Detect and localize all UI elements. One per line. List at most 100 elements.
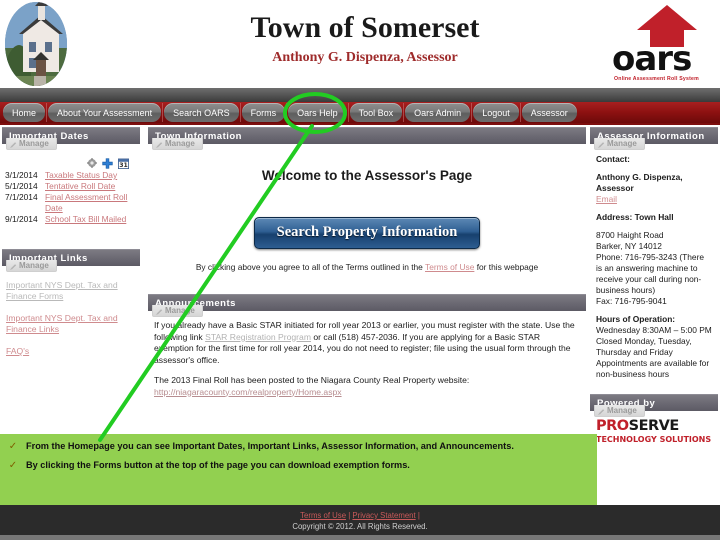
proserve-wordmark: PROSERVE (596, 419, 714, 434)
site-footer: Terms of Use | Privacy Statement | Copyr… (0, 505, 720, 535)
oars-tagline: Online Assessment Roll System (614, 76, 699, 82)
announcements-body: If you already have a Basic STAR initiat… (148, 311, 586, 413)
hours-line-2: Closed Monday, Tuesday, Thursday and Fri… (596, 336, 692, 357)
niagara-county-realproperty-link[interactable]: http://niagaracounty.com/realproperty/Ho… (154, 387, 342, 397)
main-column: Town Information Manage Welcome to the A… (148, 127, 586, 419)
nav-item-tool-box[interactable]: Tool Box (349, 103, 403, 122)
important-dates-toolbar: 31 (5, 158, 137, 169)
annotation-callout-box: ✓ From the Homepage you can see Importan… (0, 434, 597, 505)
assessor-name: Anthony G. Dispenza, Assessor (596, 172, 683, 193)
nav-separator (46, 103, 48, 122)
header-divider-strip (0, 88, 720, 102)
left-sidebar: Important Dates Manage 31 3/1/2014 Taxab… (2, 127, 140, 380)
nav-item-search-oars[interactable]: Search OARS (164, 103, 239, 122)
nav-separator (471, 103, 473, 122)
nav-item-assessor[interactable]: Assessor (521, 103, 577, 122)
site-banner: Town of Somerset Anthony G. Dispenza, As… (0, 0, 720, 88)
star-registration-program-link[interactable]: STAR Registration Program (205, 332, 311, 342)
svg-text:31: 31 (119, 162, 128, 169)
oars-logo: oars Online Assessment Roll System (612, 0, 720, 88)
terms-suffix: for this webpage (474, 262, 539, 272)
link-nys-tax-finance-forms[interactable]: Important NYS Dept. Tax and Finance Form… (6, 280, 137, 302)
checkmark-icon: ✓ (8, 460, 18, 471)
nav-separator (347, 103, 349, 122)
assessor-email-link[interactable]: Email (596, 194, 617, 204)
calendar-icon[interactable]: 31 (118, 158, 129, 169)
announcement-paragraph-star: If you already have a Basic STAR initiat… (154, 320, 580, 366)
footer-privacy-statement-link[interactable]: Privacy Statement (352, 511, 415, 520)
manage-tab-town-information[interactable]: Manage (152, 138, 203, 150)
plus-icon[interactable] (102, 158, 113, 169)
link-faqs[interactable]: FAQ's (6, 346, 137, 357)
search-property-information-button[interactable]: Search Property Information (253, 217, 481, 249)
footer-copyright: Copyright © 2012. All Rights Reserved. (292, 522, 428, 531)
annotation-row: ✓ By clicking the Forms button at the to… (0, 459, 597, 472)
important-date-row: 5/1/2014 Tentative Roll Date (5, 181, 137, 192)
nav-separator (519, 103, 521, 122)
powered-by-panel: Powered by Manage PROSERVE TECHNOLOGY SO… (590, 394, 718, 454)
nav-separator (239, 103, 241, 122)
oars-wordmark: oars (612, 39, 692, 79)
town-building-photo (5, 2, 67, 86)
assessor-information-body: Contact: Anthony G. Dispenza, Assessor E… (590, 144, 718, 386)
address-line-2: Barker, NY 14012 (596, 241, 662, 251)
nav-separator (162, 103, 164, 122)
footer-links: Terms of Use | Privacy Statement | (0, 511, 720, 520)
important-date-row: 7/1/2014 Final Assessment Roll Date (5, 192, 137, 214)
banner-titles: Town of Somerset Anthony G. Dispenza, As… (130, 10, 600, 66)
welcome-heading: Welcome to the Assessor's Page (261, 168, 473, 183)
annotation-row: ✓ From the Homepage you can see Importan… (0, 440, 597, 453)
gear-icon[interactable] (87, 158, 97, 168)
nav-separator (403, 103, 405, 122)
town-information-body: Welcome to the Assessor's Page Search Pr… (148, 144, 586, 280)
contact-label: Contact: (596, 154, 630, 164)
main-navigation: Home About Your Assessment Search OARS F… (0, 102, 720, 125)
assessor-phone: Phone: 716-795-3243 (There is an answeri… (596, 252, 705, 295)
nav-item-logout[interactable]: Logout (473, 103, 519, 122)
nav-item-oars-admin[interactable]: Oars Admin (405, 103, 471, 122)
hours-label: Hours of Operation: (596, 314, 676, 324)
important-dates-panel: Important Dates Manage 31 3/1/2014 Taxab… (2, 127, 140, 229)
important-date-row: 3/1/2014 Taxable Status Day (5, 170, 137, 181)
nav-separator (286, 103, 288, 122)
nav-item-oars-help[interactable]: Oars Help (288, 103, 347, 122)
date-value: 3/1/2014 (5, 170, 38, 180)
nav-item-forms[interactable]: Forms (241, 103, 286, 122)
search-button-wrapper: Search Property Information (154, 217, 580, 249)
proserve-logo: PROSERVE TECHNOLOGY SOLUTIONS (590, 411, 718, 454)
footer-terms-of-use-link[interactable]: Terms of Use (300, 511, 346, 520)
nav-item-about-your-assessment[interactable]: About Your Assessment (48, 103, 162, 122)
manage-tab-announcements[interactable]: Manage (152, 305, 203, 317)
important-dates-body: 31 3/1/2014 Taxable Status Day 5/1/2014 … (2, 144, 140, 229)
assessor-information-panel: Assessor Information Manage Contact: Ant… (590, 127, 718, 386)
terms-agreement-text: By clicking above you agree to all of th… (154, 262, 580, 272)
announcement-paragraph-final-roll: The 2013 Final Roll has been posted to t… (154, 375, 580, 398)
town-information-panel: Town Information Manage Welcome to the A… (148, 127, 586, 280)
annotation-line-2: By clicking the Forms button at the top … (26, 460, 410, 470)
date-value: 9/1/2014 (5, 214, 38, 224)
manage-tab-important-dates[interactable]: Manage (6, 138, 57, 150)
manage-tab-powered-by[interactable]: Manage (594, 405, 645, 417)
date-link[interactable]: School Tax Bill Mailed (45, 214, 126, 225)
manage-tab-assessor-information[interactable]: Manage (594, 138, 645, 150)
assessor-subtitle: Anthony G. Dispenza, Assessor (272, 50, 458, 65)
date-value: 7/1/2014 (5, 192, 38, 202)
nav-item-home[interactable]: Home (3, 103, 46, 122)
important-links-panel: Important Links Manage Important NYS Dep… (2, 249, 140, 374)
hours-line-3: Appointments are available for non-busin… (596, 358, 710, 379)
date-link[interactable]: Tentative Roll Date (45, 181, 115, 192)
manage-tab-important-links[interactable]: Manage (6, 260, 57, 272)
terms-of-use-link[interactable]: Terms of Use (425, 262, 474, 272)
date-link[interactable]: Taxable Status Day (45, 170, 117, 181)
date-link[interactable]: Final Assessment Roll Date (45, 192, 137, 214)
town-information-title: Town Information (148, 127, 586, 144)
important-date-row: 9/1/2014 School Tax Bill Mailed (5, 214, 137, 225)
footer-separator-2: | (415, 511, 420, 520)
proserve-serve: SERVE (628, 418, 680, 434)
terms-prefix: By clicking above you agree to all of th… (195, 262, 426, 272)
link-nys-tax-finance-links[interactable]: Important NYS Dept. Tax and Finance Link… (6, 313, 137, 335)
